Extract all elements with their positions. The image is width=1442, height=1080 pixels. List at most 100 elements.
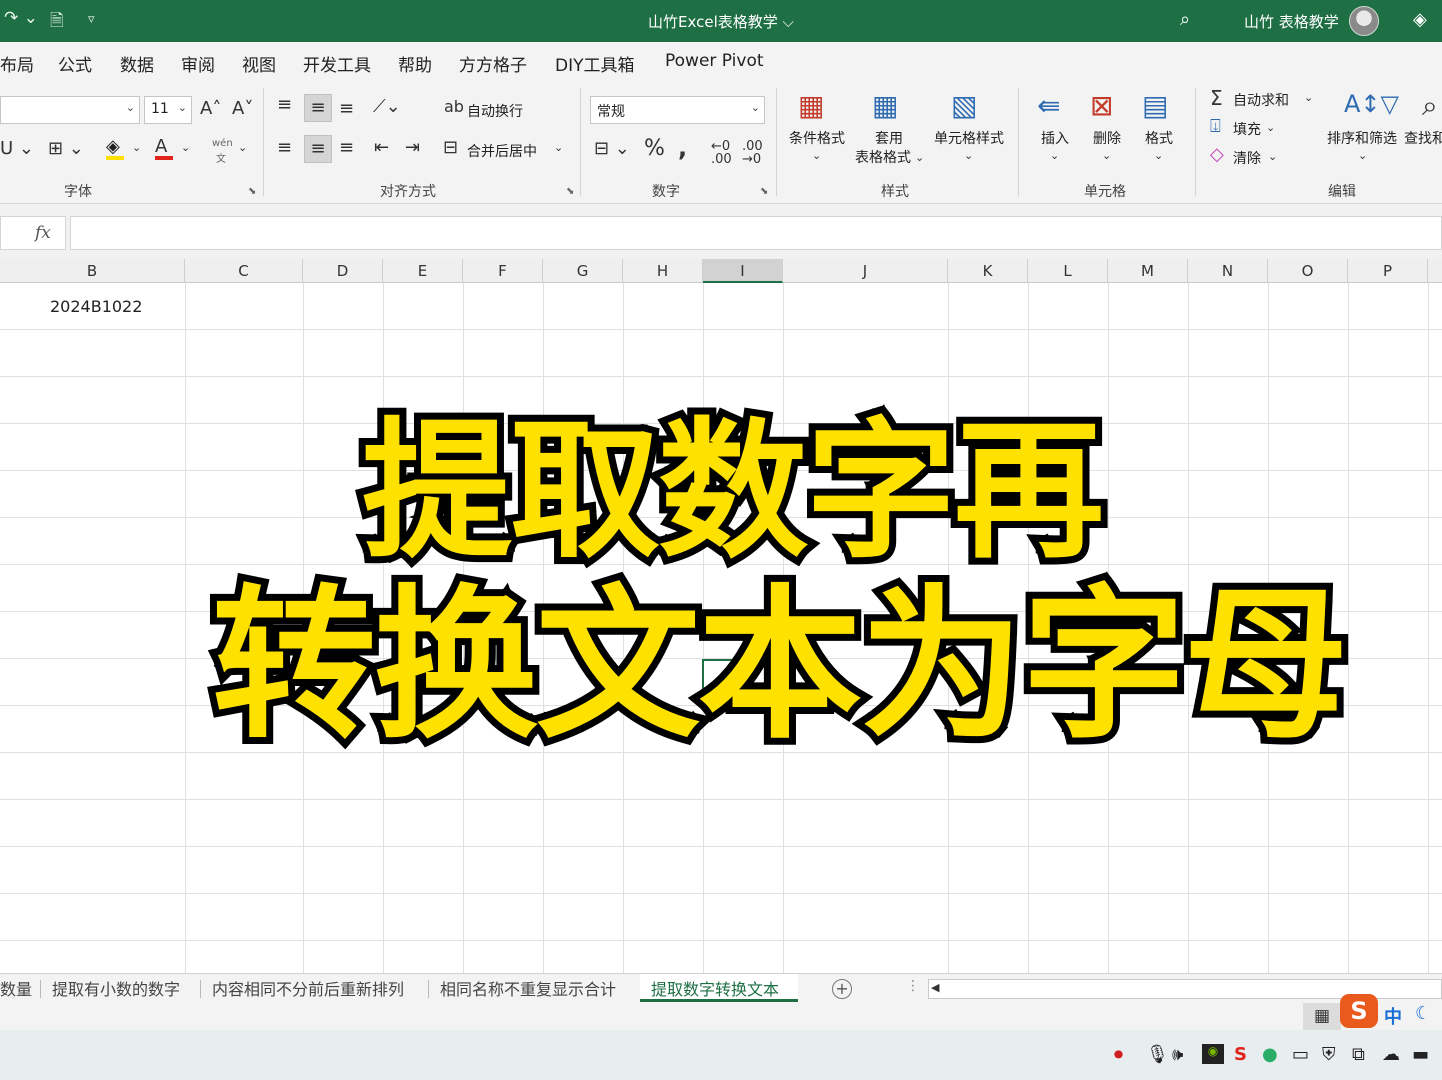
grow-font-icon[interactable]: A˄ xyxy=(200,100,221,118)
column-header-f[interactable]: F xyxy=(463,259,543,283)
conditional-format-icon[interactable]: ▦ xyxy=(798,92,824,120)
user-name[interactable]: 山竹 表格教学 xyxy=(1244,11,1339,32)
format-as-table-dropdown-icon[interactable]: ⌄ xyxy=(915,152,924,163)
monitor-icon[interactable]: ▭ xyxy=(1292,1044,1309,1065)
tab-developer[interactable]: 开发工具 xyxy=(303,51,371,76)
column-header-d[interactable]: D xyxy=(303,259,383,283)
percent-icon[interactable]: % xyxy=(644,138,665,160)
fill-color-icon[interactable]: ◈ xyxy=(106,138,124,160)
column-header-n[interactable]: N xyxy=(1188,259,1268,283)
column-header-c[interactable]: C xyxy=(185,259,303,283)
font-color-dropdown-icon[interactable]: ⌄ xyxy=(181,142,190,153)
cell-styles-icon[interactable]: ▧ xyxy=(951,92,977,120)
insert-dropdown-icon[interactable]: ⌄ xyxy=(1050,150,1059,161)
sogou-ime-logo[interactable]: S xyxy=(1340,994,1378,1028)
format-as-table-button-line1[interactable]: 套用 xyxy=(859,130,919,149)
tab-fangfanggezi[interactable]: 方方格子 xyxy=(459,51,527,76)
format-button[interactable]: 格式 xyxy=(1138,130,1180,149)
avatar[interactable] xyxy=(1349,6,1379,36)
cell-b1-value[interactable]: 2024B1022 xyxy=(50,297,142,316)
find-select-button[interactable]: 查找和 xyxy=(1404,130,1442,149)
battery-icon[interactable]: ▬ xyxy=(1412,1044,1429,1065)
nvidia-icon[interactable]: ◉ xyxy=(1202,1044,1224,1064)
wechat-icon[interactable]: ● xyxy=(1262,1044,1278,1065)
cell-styles-button[interactable]: 单元格样式 xyxy=(930,130,1008,149)
insert-function-icon[interactable]: fx xyxy=(35,223,51,243)
column-header-p[interactable]: P xyxy=(1348,259,1428,283)
align-launcher-icon[interactable]: ⬊ xyxy=(566,186,574,197)
tab-review[interactable]: 审阅 xyxy=(181,51,215,76)
sheet-tab-decimal-numbers[interactable]: 提取有小数的数字 xyxy=(52,976,180,1000)
column-header-j[interactable]: J xyxy=(783,259,948,283)
merge-center-button[interactable]: 合并后居中 xyxy=(467,141,537,161)
tab-help[interactable]: 帮助 xyxy=(398,51,432,76)
diamond-icon[interactable]: ◈ xyxy=(1413,9,1427,30)
tab-diy-toolbox[interactable]: DIY工具箱 xyxy=(555,51,635,76)
wrap-text-icon[interactable]: ab xyxy=(444,99,464,115)
column-header-g[interactable]: G xyxy=(543,259,623,283)
sheet-tab-active[interactable]: 提取数字转换文本 xyxy=(640,974,798,1002)
cloud-off-icon[interactable]: ☁ xyxy=(1382,1044,1400,1065)
align-left-icon[interactable]: ≡ xyxy=(277,139,292,157)
font-launcher-icon[interactable]: ⬊ xyxy=(248,186,256,197)
merge-dropdown-icon[interactable]: ⌄ xyxy=(554,142,563,153)
find-select-icon[interactable]: ⌕ xyxy=(1422,92,1438,120)
autosum-icon[interactable]: Σ xyxy=(1210,88,1223,108)
fill-down-icon[interactable]: ⍗ xyxy=(1210,118,1221,136)
format-cells-icon[interactable]: ▤ xyxy=(1142,92,1168,120)
number-format-combo[interactable]: 常规 ⌄ xyxy=(590,96,765,124)
accounting-format-icon[interactable]: ⊟ ⌄ xyxy=(594,140,630,158)
insert-cells-icon[interactable]: ⇚ xyxy=(1037,92,1060,120)
wrap-text-button[interactable]: 自动换行 xyxy=(467,101,523,121)
mic-icon[interactable]: 🎙 xyxy=(1146,1044,1169,1065)
align-bottom-icon[interactable]: ≡ xyxy=(339,100,354,118)
tab-data[interactable]: 数据 xyxy=(120,51,154,76)
file-icon[interactable]: 🗎 xyxy=(50,8,64,37)
sheet-tab-reorder[interactable]: 内容相同不分前后重新排列 xyxy=(212,976,404,1000)
sheet-tab-unique-total[interactable]: 相同名称不重复显示合计 xyxy=(440,976,616,1000)
phonetic-dropdown-icon[interactable]: ⌄ xyxy=(238,142,247,153)
moon-icon[interactable]: ☾ xyxy=(1415,1003,1431,1024)
sheet-tab-count[interactable]: 数量 xyxy=(0,976,32,1000)
orientation-icon[interactable]: ⟋⌄ xyxy=(373,98,401,116)
column-header-e[interactable]: E xyxy=(383,259,463,283)
column-header-b[interactable]: B xyxy=(0,259,185,283)
add-sheet-icon[interactable]: + xyxy=(832,979,852,999)
ime-mode-label[interactable]: 中 xyxy=(1384,1003,1402,1029)
decrease-decimal-icon[interactable]: .00 →0 xyxy=(742,140,763,166)
normal-view-icon[interactable]: ▦ xyxy=(1303,1003,1341,1030)
eraser-icon[interactable]: ◇ xyxy=(1210,146,1224,164)
screenshot-icon[interactable]: ⧉ xyxy=(1352,1044,1365,1065)
align-right-icon[interactable]: ≡ xyxy=(339,139,354,157)
clear-dropdown-icon[interactable]: ⌄ xyxy=(1268,151,1277,162)
clear-button[interactable]: 清除 xyxy=(1233,148,1261,168)
phonetic-guide-top[interactable]: wén xyxy=(212,138,233,149)
sogou-icon[interactable]: S xyxy=(1234,1044,1247,1065)
decrease-indent-icon[interactable]: ⇤ xyxy=(374,139,389,157)
tab-view[interactable]: 视图 xyxy=(242,51,276,76)
conditional-format-dropdown-icon[interactable]: ⌄ xyxy=(812,150,821,161)
align-middle-icon[interactable]: ≡ xyxy=(304,94,332,122)
record-icon[interactable]: ⏺ xyxy=(1114,1044,1123,1065)
font-name-combo[interactable]: ⌄ xyxy=(0,96,140,124)
column-header-i[interactable]: I xyxy=(703,259,783,283)
redo-icon[interactable]: ↷ ⌄ xyxy=(4,8,38,28)
increase-decimal-icon[interactable]: ←0.00 xyxy=(711,140,732,166)
fill-dropdown-icon[interactable]: ⌄ xyxy=(1266,122,1275,133)
insert-function-box[interactable]: fx xyxy=(0,216,66,250)
border-icon[interactable]: ⊞ ⌄ xyxy=(48,140,84,158)
tab-layout[interactable]: 布局 xyxy=(0,51,34,76)
increase-indent-icon[interactable]: ⇥ xyxy=(405,139,420,157)
column-header-o[interactable]: O xyxy=(1268,259,1348,283)
scroll-left-icon[interactable]: ◀ xyxy=(931,981,939,994)
fill-color-dropdown-icon[interactable]: ⌄ xyxy=(132,142,141,153)
tab-split-handle[interactable]: ⋮ xyxy=(906,978,920,994)
comma-style-icon[interactable]: , xyxy=(678,136,687,160)
format-as-table-icon[interactable]: ▦ xyxy=(872,92,898,120)
align-top-icon[interactable]: ≡ xyxy=(277,96,292,114)
sort-filter-icon[interactable]: A↕▽ xyxy=(1344,92,1399,116)
merge-center-icon[interactable]: ⊟ xyxy=(443,139,458,157)
sort-filter-dropdown-icon[interactable]: ⌄ xyxy=(1358,150,1367,161)
phonetic-guide-bottom[interactable]: 文 xyxy=(216,150,226,165)
tab-power-pivot[interactable]: Power Pivot xyxy=(665,51,764,71)
